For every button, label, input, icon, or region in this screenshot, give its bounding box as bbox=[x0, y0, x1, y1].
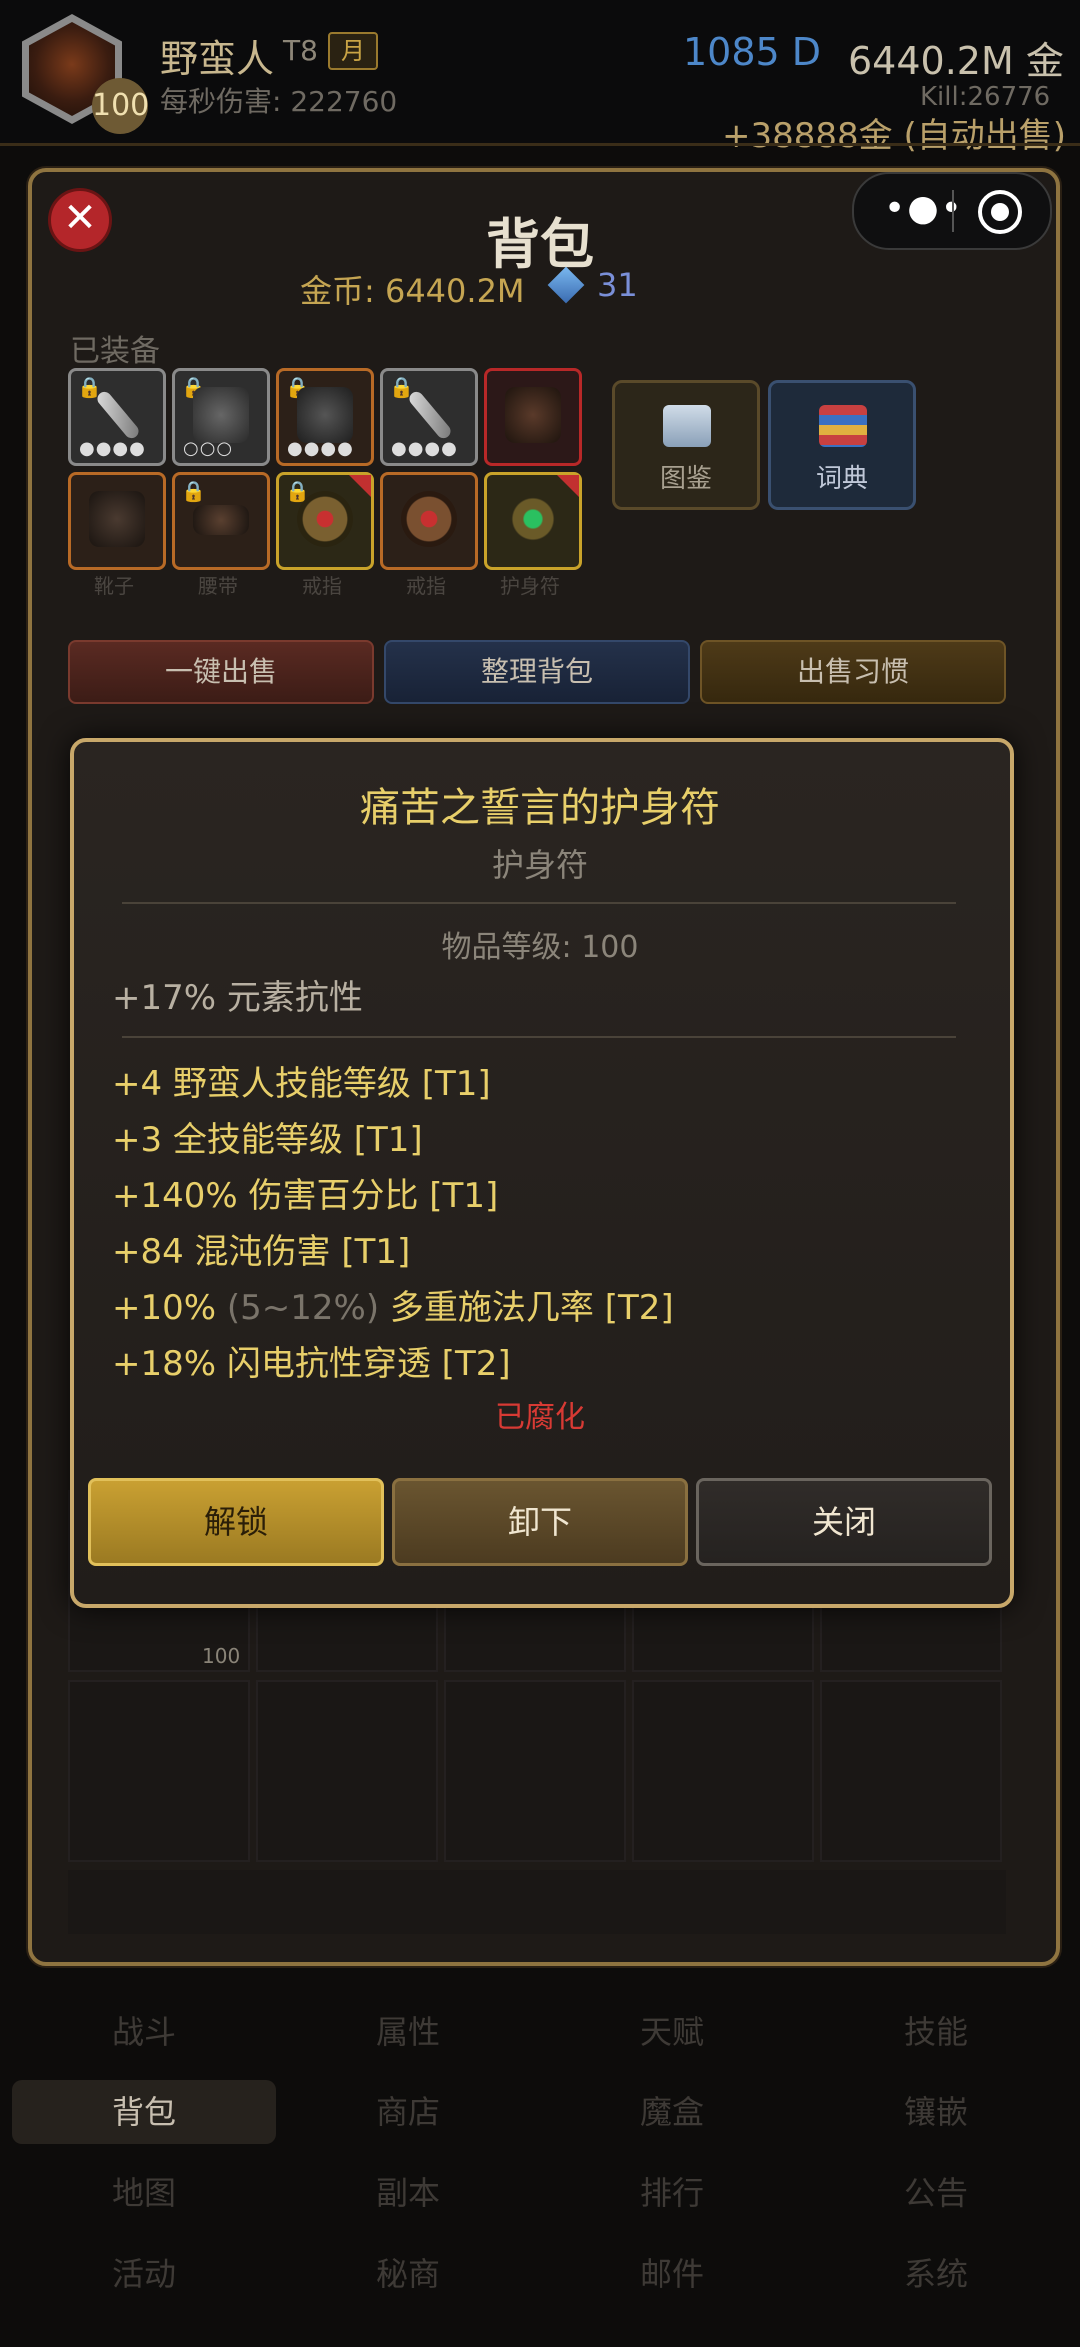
level-badge: 100 bbox=[92, 78, 149, 134]
nav-attributes[interactable]: 属性 bbox=[276, 2000, 540, 2064]
codex-button[interactable]: 图鉴 bbox=[612, 380, 760, 510]
affix-line: +3 全技能等级 [T1] bbox=[112, 1120, 423, 1160]
gold-count: 6440.2M 金 bbox=[848, 39, 1064, 83]
miniprogram-capsule[interactable]: •●• bbox=[852, 172, 1052, 250]
divider bbox=[122, 902, 956, 904]
affix-line: +4 野蛮人技能等级 [T1] bbox=[112, 1064, 491, 1104]
slot-label-boots: 靴子 bbox=[94, 574, 134, 598]
chest-armor-icon bbox=[297, 387, 353, 443]
panel-close-button[interactable]: ✕ bbox=[48, 188, 112, 252]
item-name: 痛苦之誓言的护身符 bbox=[360, 785, 720, 831]
one-click-sell-button[interactable]: 一键出售 bbox=[68, 640, 374, 704]
affix-value: +10% bbox=[112, 1288, 227, 1328]
equip-slot-weapon[interactable]: 🔒 ●●●● bbox=[68, 368, 166, 466]
nav-socketing[interactable]: 镶嵌 bbox=[804, 2080, 1068, 2144]
diamond-count: 1085 D bbox=[683, 30, 822, 74]
coin-balance: 金币: 6440.2M bbox=[300, 272, 525, 310]
nav-bag[interactable]: 背包 bbox=[12, 2080, 276, 2144]
nav-battle[interactable]: 战斗 bbox=[12, 2000, 276, 2064]
equip-slot-boots[interactable] bbox=[68, 472, 166, 570]
dictionary-label: 词典 bbox=[815, 464, 868, 494]
nav-map[interactable]: 地图 bbox=[12, 2161, 276, 2225]
hero-tier: T8 bbox=[283, 34, 318, 67]
bag-slot[interactable] bbox=[820, 1680, 1002, 1862]
sort-bag-button[interactable]: 整理背包 bbox=[384, 640, 690, 704]
item-type: 护身符 bbox=[491, 846, 588, 884]
corrupted-corner-flag bbox=[349, 475, 371, 497]
nav-announcement[interactable]: 公告 bbox=[804, 2161, 1068, 2225]
lock-icon: 🔒 bbox=[181, 479, 206, 503]
autosell-notice: +38888金 (自动出售) bbox=[722, 116, 1066, 156]
slot-label-belt: 腰带 bbox=[198, 574, 238, 598]
slot-label-ring-2: 戒指 bbox=[406, 574, 446, 598]
bag-slot[interactable] bbox=[68, 1680, 250, 1862]
socket-dots: ●●●● bbox=[287, 438, 354, 459]
gem-count: 31 bbox=[597, 266, 638, 304]
equip-slot-gloves[interactable] bbox=[484, 368, 582, 466]
sword-icon bbox=[406, 389, 454, 441]
amulet-icon bbox=[505, 491, 561, 547]
socket-dots: ●●●● bbox=[79, 438, 146, 459]
bag-item-level: 100 bbox=[202, 1644, 241, 1668]
bag-slot[interactable] bbox=[632, 1680, 814, 1862]
sword-icon bbox=[94, 389, 142, 441]
equip-slot-ring-1[interactable]: 🔒 bbox=[276, 472, 374, 570]
socket-rings: ○○○ bbox=[183, 438, 234, 459]
nav-skills[interactable]: 技能 bbox=[804, 2000, 1068, 2064]
codex-label: 图鉴 bbox=[659, 464, 712, 494]
belt-icon bbox=[193, 505, 249, 535]
unlock-button[interactable]: 解锁 bbox=[88, 1478, 384, 1566]
dps-readout: 每秒伤害: 222760 bbox=[160, 85, 398, 118]
equip-slot-offhand[interactable]: 🔒 ●●●● bbox=[380, 368, 478, 466]
affix-line: +140% 伤害百分比 [T1] bbox=[112, 1176, 499, 1216]
equip-slot-belt[interactable]: 🔒 bbox=[172, 472, 270, 570]
nav-events[interactable]: 活动 bbox=[12, 2242, 276, 2306]
nav-system[interactable]: 系统 bbox=[804, 2242, 1068, 2306]
book-icon bbox=[663, 405, 711, 447]
month-card-badge[interactable]: 月 bbox=[328, 32, 378, 70]
nav-secret-merchant[interactable]: 秘商 bbox=[276, 2242, 540, 2306]
affix-line: +10% (5~12%) 多重施法几率 [T2] bbox=[112, 1280, 674, 1329]
nav-magic-box[interactable]: 魔盒 bbox=[540, 2080, 804, 2144]
close-button[interactable]: 关闭 bbox=[696, 1478, 992, 1566]
affix-line: +84 混沌伤害 [T1] bbox=[112, 1232, 411, 1272]
slot-label-ring-1: 戒指 bbox=[302, 574, 342, 598]
divider bbox=[122, 1036, 956, 1038]
nav-shop[interactable]: 商店 bbox=[276, 2080, 540, 2144]
books-stack-icon bbox=[819, 405, 867, 447]
nav-mail[interactable]: 邮件 bbox=[540, 2242, 804, 2306]
corrupted-corner-flag bbox=[557, 475, 579, 497]
close-target-icon[interactable] bbox=[978, 190, 1022, 234]
affix-line: +18% 闪电抗性穿透 [T2] bbox=[112, 1344, 511, 1384]
bag-slot[interactable] bbox=[256, 1680, 438, 1862]
equip-slot-armor[interactable]: 🔒 ●●●● bbox=[276, 368, 374, 466]
affix-desc: 多重施法几率 [T2] bbox=[379, 1288, 674, 1328]
equip-slot-helmet[interactable]: 🔒 ○○○ bbox=[172, 368, 270, 466]
equipped-label: 已装备 bbox=[70, 334, 160, 369]
slot-label-amulet: 护身符 bbox=[500, 574, 560, 598]
nav-dungeon[interactable]: 副本 bbox=[276, 2161, 540, 2225]
ring-icon bbox=[297, 491, 353, 547]
helmet-icon bbox=[193, 387, 249, 443]
equip-slot-amulet[interactable] bbox=[484, 472, 582, 570]
dictionary-button[interactable]: 词典 bbox=[768, 380, 916, 510]
equip-slot-ring-2[interactable] bbox=[380, 472, 478, 570]
gloves-icon bbox=[505, 387, 561, 443]
hero-name: 野蛮人 bbox=[160, 37, 275, 81]
capsule-divider bbox=[952, 190, 954, 232]
item-level: 物品等级: 100 bbox=[441, 930, 639, 965]
affix-range: (5~12%) bbox=[226, 1288, 380, 1328]
implicit-stat: +17% 元素抗性 bbox=[112, 978, 363, 1018]
corrupted-label: 已腐化 bbox=[495, 1400, 585, 1435]
bag-slot[interactable] bbox=[444, 1680, 626, 1862]
bag-grid-row-partial bbox=[68, 1870, 1006, 1934]
sell-habits-button[interactable]: 出售习惯 bbox=[700, 640, 1006, 704]
header-divider bbox=[0, 143, 1080, 146]
nav-ranking[interactable]: 排行 bbox=[540, 2161, 804, 2225]
nav-talents[interactable]: 天赋 bbox=[540, 2000, 804, 2064]
socket-dots: ●●●● bbox=[391, 438, 458, 459]
ring-icon bbox=[401, 491, 457, 547]
boots-icon bbox=[89, 491, 145, 547]
unequip-button[interactable]: 卸下 bbox=[392, 1478, 688, 1566]
